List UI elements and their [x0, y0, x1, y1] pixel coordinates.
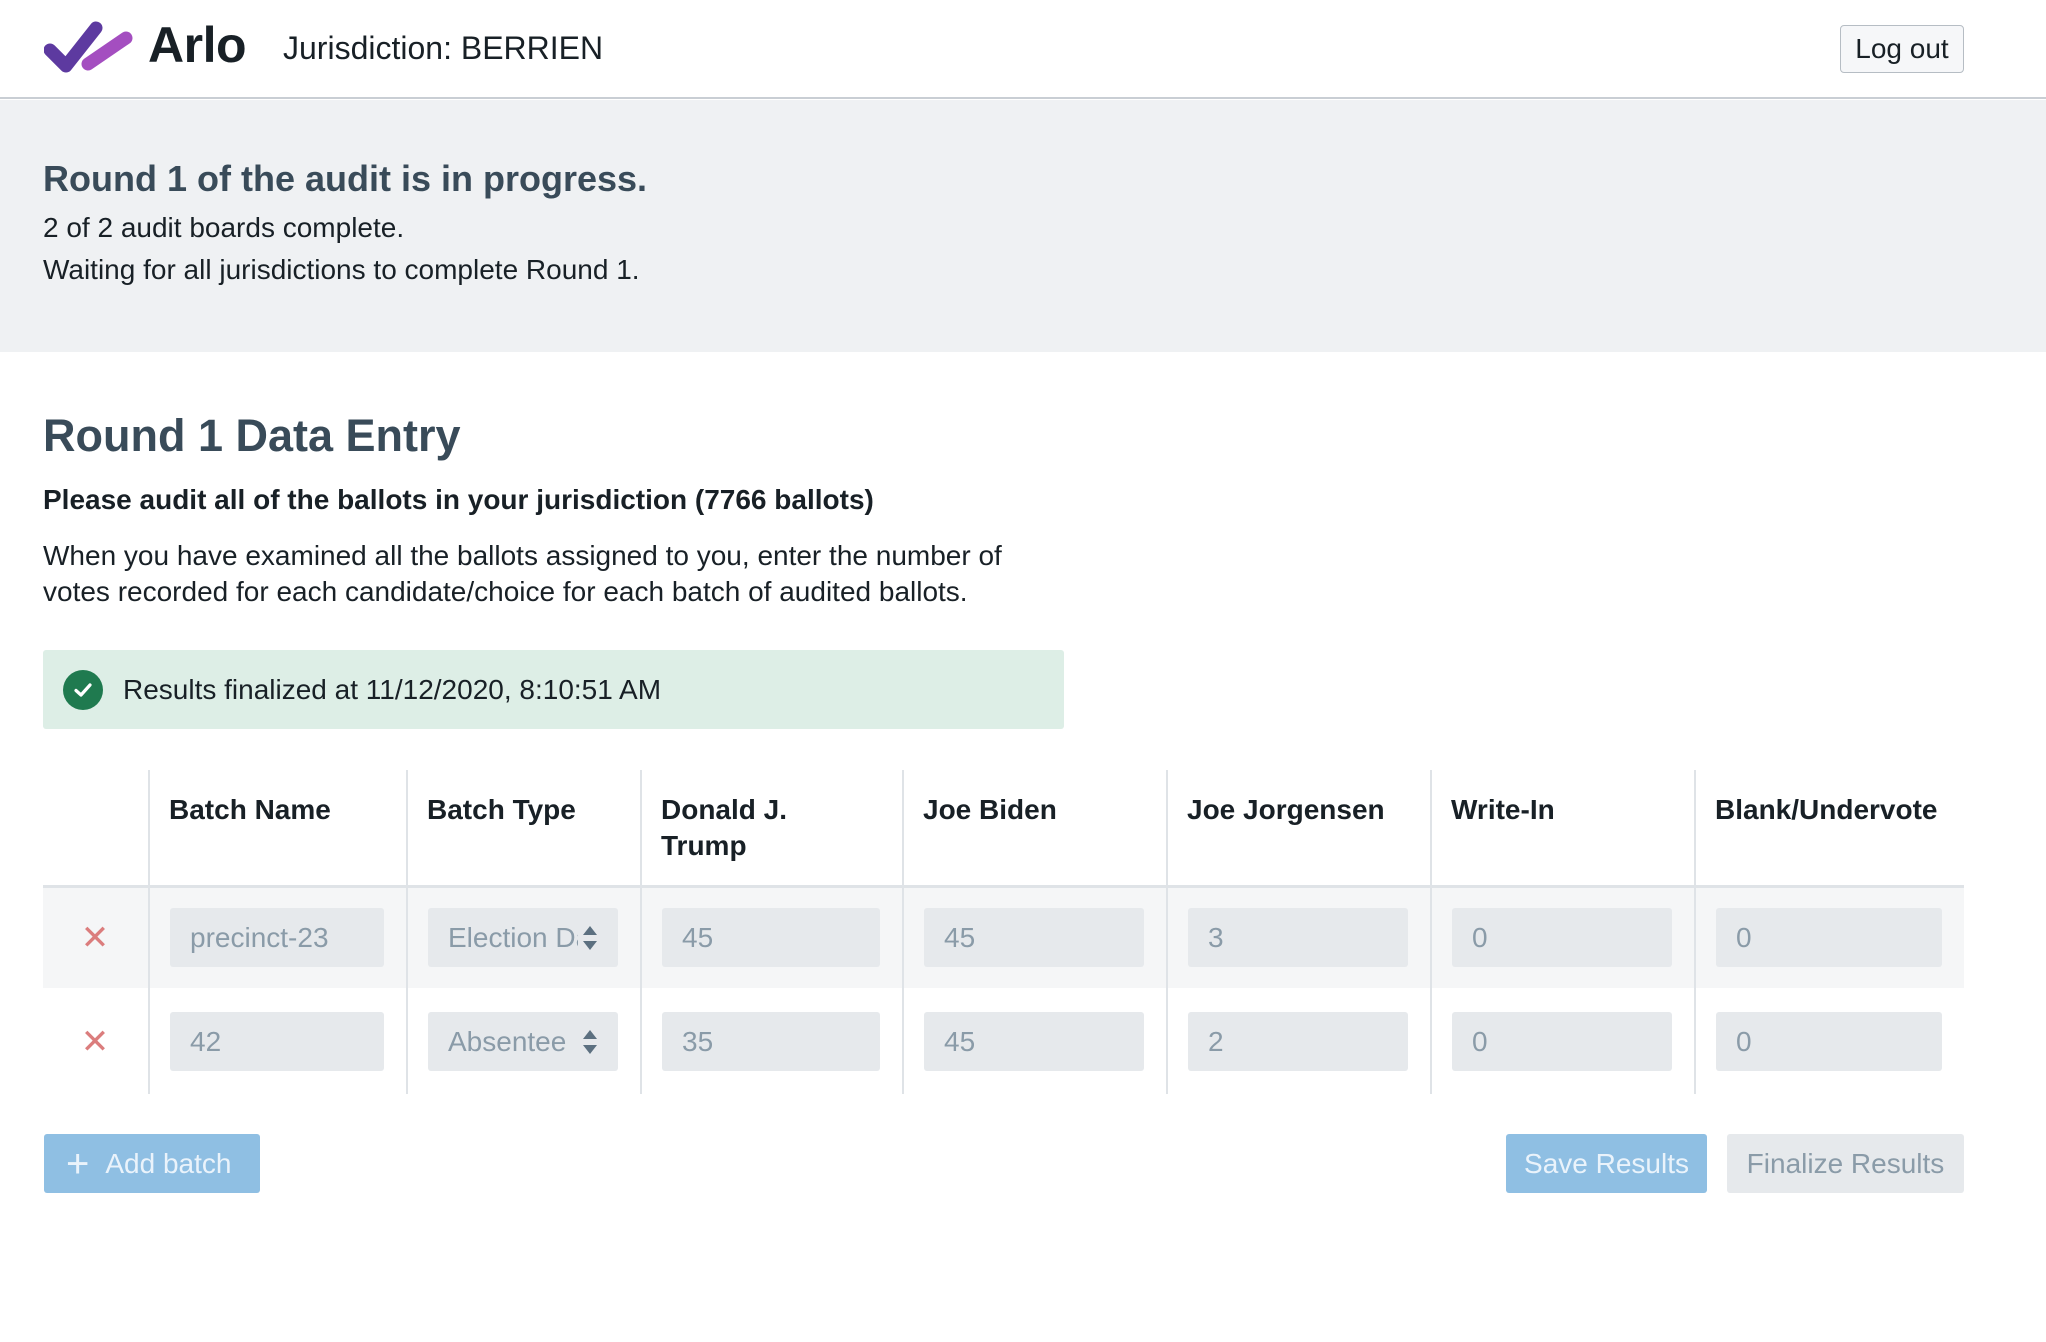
biden-votes-input[interactable]: 45	[924, 1012, 1144, 1071]
finalize-results-button[interactable]: Finalize Results	[1727, 1134, 1964, 1193]
batch-results-table: Batch Name Batch Type Donald J. Trump Jo…	[43, 770, 1964, 1094]
plus-icon: +	[66, 1141, 90, 1186]
column-header-write-in: Write-In	[1451, 794, 1555, 825]
batch-type-value: Election Day	[448, 921, 578, 953]
jorgensen-votes-input[interactable]: 2	[1188, 1012, 1408, 1071]
column-header-jorgensen: Joe Jorgensen	[1187, 794, 1385, 825]
batch-name-input[interactable]: precinct-23	[170, 908, 384, 967]
blank-votes-input[interactable]: 0	[1716, 1012, 1942, 1071]
trump-votes-input[interactable]: 45	[662, 908, 880, 967]
blank-votes-input[interactable]: 0	[1716, 908, 1942, 967]
delete-batch-icon[interactable]: ✕	[77, 920, 113, 956]
jorgensen-votes-input[interactable]: 3	[1188, 908, 1408, 967]
status-boards: 2 of 2 audit boards complete.	[43, 212, 405, 243]
audit-instruction-heading: Please audit all of the ballots in your …	[43, 484, 874, 515]
biden-votes-input[interactable]: 45	[924, 908, 1144, 967]
status-title: Round 1 of the audit is in progress.	[43, 158, 648, 199]
save-results-button[interactable]: Save Results	[1506, 1134, 1707, 1193]
select-arrows-icon	[583, 926, 597, 950]
write-in-votes-input[interactable]: 0	[1452, 908, 1672, 967]
batch-type-select[interactable]: Absentee	[428, 1012, 618, 1071]
batch-type-value: Absentee	[448, 1025, 567, 1057]
delete-batch-icon[interactable]: ✕	[77, 1024, 113, 1060]
column-header-trump: Donald J. Trump	[661, 794, 788, 861]
status-waiting: Waiting for all jurisdictions to complet…	[43, 254, 640, 285]
select-arrows-icon	[583, 1030, 597, 1054]
column-header-biden: Joe Biden	[923, 794, 1057, 825]
arlo-logo-icon	[44, 21, 133, 73]
batch-type-select[interactable]: Election Day	[428, 908, 618, 967]
callout-text: Results finalized at 11/12/2020, 8:10:51…	[123, 674, 662, 705]
page-title: Round 1 Data Entry	[43, 410, 461, 461]
app-header: Arlo Jurisdiction: BERRIEN Log out	[0, 0, 2046, 99]
trump-votes-input[interactable]: 35	[662, 1012, 880, 1071]
brand-name: Arlo	[148, 17, 247, 73]
add-batch-label: Add batch	[105, 1147, 232, 1179]
logout-button[interactable]: Log out	[1840, 25, 1964, 73]
results-finalized-callout: Results finalized at 11/12/2020, 8:10:51…	[43, 650, 1064, 729]
write-in-votes-input[interactable]: 0	[1452, 1012, 1672, 1071]
audit-status-banner: Round 1 of the audit is in progress. 2 o…	[0, 100, 2046, 352]
column-header-blank: Blank/Undervote	[1715, 794, 1938, 825]
batch-name-input[interactable]: 42	[170, 1012, 384, 1071]
jurisdiction-label: Jurisdiction: BERRIEN	[283, 30, 604, 66]
add-batch-button[interactable]: + Add batch	[44, 1134, 260, 1193]
audit-instruction: When you have examined all the ballots a…	[43, 540, 1002, 607]
column-header-batch-type: Batch Type	[427, 794, 576, 825]
column-header-batch-name: Batch Name	[169, 794, 331, 825]
check-circle-icon	[63, 670, 103, 710]
